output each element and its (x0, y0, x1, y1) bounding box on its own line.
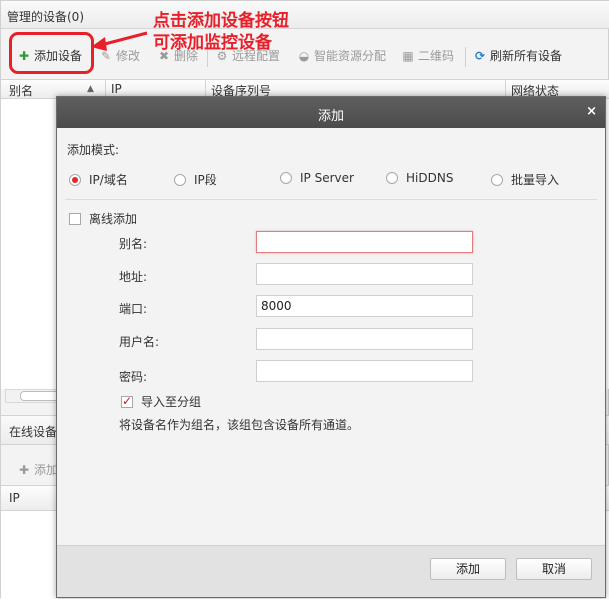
port-label: 端口: (119, 302, 148, 316)
port-input[interactable] (256, 295, 473, 317)
username-input[interactable] (256, 328, 473, 350)
add-device-dialog: 添加 × 添加模式: IP/域名 IP段 IP Server HiDDNS 批量… (56, 96, 606, 598)
online-column-ip[interactable]: IP (9, 491, 20, 505)
column-ip[interactable]: IP (111, 82, 122, 96)
add-mode-label: 添加模式: (67, 143, 120, 157)
address-input[interactable] (256, 263, 473, 285)
annotation-line-1: 点击添加设备按钮 (153, 11, 289, 31)
cancel-button[interactable]: 取消 (516, 558, 592, 580)
add-device-highlight (9, 32, 94, 74)
qrcode-icon: ▦ (402, 49, 414, 63)
resource-icon: ◒ (298, 49, 310, 63)
alias-input[interactable] (256, 231, 473, 253)
mode-radio-ip-server[interactable]: IP Server (280, 171, 354, 187)
radio-icon[interactable] (386, 172, 398, 184)
radio-icon[interactable] (174, 174, 186, 186)
add-button[interactable]: 添加 (430, 558, 506, 580)
import-group-note: 将设备名作为组名，该组包含设备所有通道。 (119, 418, 360, 432)
checkbox-checked-icon[interactable] (121, 394, 133, 408)
radio-icon[interactable] (280, 172, 292, 184)
sort-up-icon[interactable]: ▲ (87, 84, 94, 94)
mode-radio-batch-import[interactable]: 批量导入 (491, 171, 559, 187)
toolbar-divider (465, 47, 466, 67)
alias-label: 别名: (119, 237, 148, 251)
password-label: 密码: (119, 370, 148, 384)
annotation-arrow-icon (91, 31, 148, 51)
mode-divider (65, 199, 597, 200)
mode-radio-ip-domain[interactable]: IP/域名 (69, 171, 128, 187)
dialog-title: 添加 (317, 109, 344, 124)
plus-icon: ✚ (18, 463, 30, 477)
checkbox-icon[interactable] (69, 213, 81, 225)
smart-resource-button[interactable]: ◒ 智能资源分配 (297, 47, 386, 65)
password-input[interactable] (256, 360, 473, 382)
username-label: 用户名: (119, 335, 160, 349)
dialog-footer: 添加 取消 (57, 545, 605, 597)
scrollbar-thumb[interactable] (20, 391, 60, 401)
qrcode-button[interactable]: ▦ 二维码 (401, 47, 454, 65)
managed-devices-title: 管理的设备(0) (7, 10, 84, 24)
refresh-all-button[interactable]: ⟳ 刷新所有设备 (473, 47, 562, 65)
radio-checked-icon[interactable] (69, 174, 81, 186)
import-group-checkbox[interactable]: 导入至分组 (121, 393, 201, 410)
mode-radio-hiddns[interactable]: HiDDNS (386, 171, 453, 187)
online-add-button[interactable]: ✚ 添加 (17, 461, 58, 479)
annotation-line-2: 可添加监控设备 (153, 33, 272, 53)
offline-add-checkbox[interactable]: 离线添加 (69, 210, 137, 227)
radio-icon[interactable] (491, 174, 503, 186)
mode-radio-ip-segment[interactable]: IP段 (174, 171, 217, 187)
dialog-titlebar[interactable]: 添加 × (57, 97, 605, 128)
address-label: 地址: (119, 270, 148, 284)
close-icon[interactable]: × (586, 104, 597, 119)
online-devices-title: 在线设备 (9, 425, 58, 439)
column-alias[interactable]: 别名 (9, 82, 33, 99)
refresh-icon: ⟳ (474, 49, 486, 63)
